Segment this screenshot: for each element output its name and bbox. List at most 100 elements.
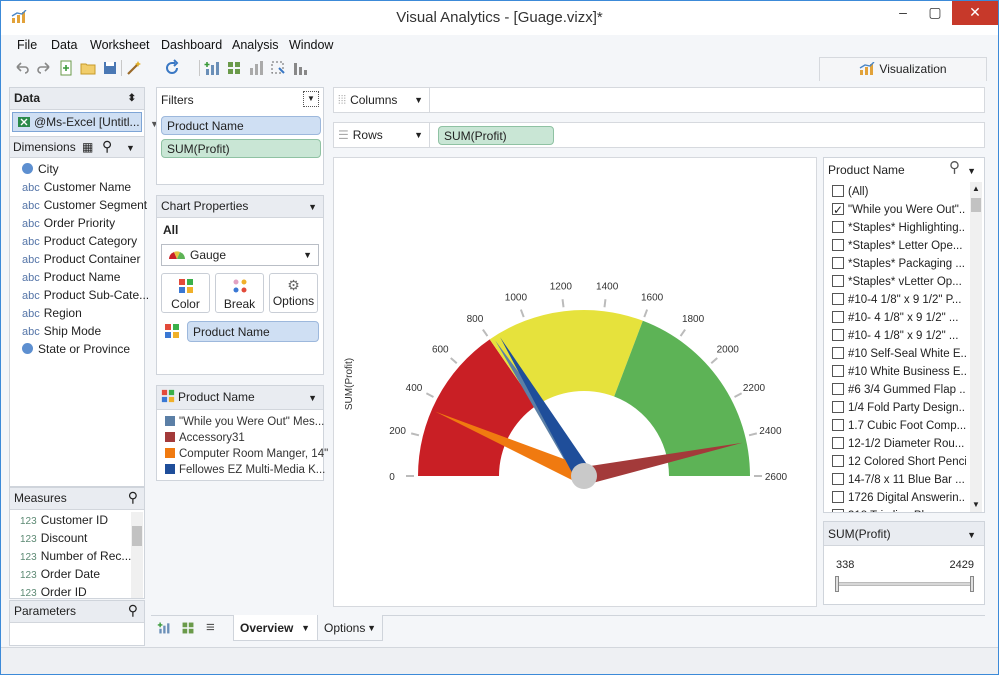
checkbox[interactable] <box>832 201 844 219</box>
filter-checkbox-item[interactable]: 14-7/8 x 11 Blue Bar ... <box>832 471 966 489</box>
open-folder-icon[interactable] <box>79 59 97 77</box>
checkbox[interactable] <box>832 257 844 269</box>
dimension-item[interactable]: abc Customer Segment <box>22 196 147 214</box>
search-icon[interactable]: ⚲ <box>128 600 138 621</box>
scroll-down-icon[interactable]: ▼ <box>970 500 982 510</box>
checkbox[interactable] <box>832 311 844 323</box>
checkbox[interactable] <box>832 491 844 503</box>
filter-pill-sum-profit[interactable]: SUM(Profit) <box>161 139 321 158</box>
dimension-item[interactable]: abc Product Name <box>22 268 120 286</box>
filter-checkbox-item[interactable]: *Staples* Letter Ope... <box>832 237 966 255</box>
chevron-down-icon[interactable]: ▼ <box>414 123 423 147</box>
filter-checkbox-item[interactable]: #6 3/4 Gummed Flap ... <box>832 381 966 399</box>
rows-pill-sum-profit[interactable]: SUM(Profit) <box>438 126 554 145</box>
minimize-button[interactable]: – <box>887 1 919 25</box>
scrollbar-thumb[interactable] <box>132 526 142 546</box>
options-button[interactable]: ⚙ Options <box>269 273 318 313</box>
checkbox[interactable] <box>832 329 844 341</box>
checkbox[interactable] <box>832 347 844 359</box>
dimension-item[interactable]: abc Region <box>22 304 82 322</box>
checkbox[interactable] <box>832 275 844 287</box>
filter-checkbox-item[interactable]: #10 White Business E... <box>832 363 966 381</box>
menu-worksheet[interactable]: Worksheet <box>90 38 150 52</box>
filter-checkbox-item[interactable]: "While you Were Out"... <box>832 201 966 219</box>
menu-window[interactable]: Window <box>289 38 333 52</box>
filter-pill-product-name[interactable]: Product Name <box>161 116 321 135</box>
menu-analysis[interactable]: Analysis <box>232 38 279 52</box>
tab-overview[interactable]: Overview ▼ <box>233 615 319 641</box>
color-field-pill[interactable]: Product Name <box>187 321 319 342</box>
add-dashboard-icon[interactable] <box>225 59 243 77</box>
filter-checkbox-item[interactable]: #10 Self-Seal White E... <box>832 345 966 363</box>
chevron-down-icon[interactable]: ▼ <box>308 387 317 410</box>
add-chart-icon[interactable] <box>203 59 221 77</box>
filter-checkbox-item[interactable]: 1726 Digital Answerin... <box>832 489 966 507</box>
checkbox[interactable] <box>832 455 844 467</box>
legend-item[interactable]: Fellowes EZ Multi-Media K... <box>165 462 325 478</box>
chevron-down-icon[interactable]: ▼ <box>308 197 317 218</box>
dimension-item[interactable]: abc Product Sub-Cate... <box>22 286 149 304</box>
product-filter-scrollbar[interactable]: ▲ ▼ <box>970 182 982 512</box>
checkbox[interactable] <box>832 383 844 395</box>
dimension-item[interactable]: abc Ship Mode <box>22 322 101 340</box>
filter-checkbox-item[interactable]: *Staples* Highlighting... <box>832 219 966 237</box>
filter-checkbox-item[interactable]: *Staples* Packaging ... <box>832 255 966 273</box>
sort-icon[interactable] <box>291 59 309 77</box>
filter-checkbox-item[interactable]: 318 Trimline Phone <box>832 507 966 512</box>
slider-min-handle[interactable] <box>835 576 839 592</box>
color-button[interactable]: Color <box>161 273 210 313</box>
dimension-item[interactable]: abc Order Priority <box>22 214 115 232</box>
menu-file[interactable]: File <box>17 38 37 52</box>
checkbox[interactable] <box>832 401 844 413</box>
chart-icon[interactable] <box>247 59 265 77</box>
magic-wand-icon[interactable] <box>125 59 143 77</box>
datasource-item[interactable]: @Ms-Excel [Untitl... <box>12 112 142 132</box>
checkbox[interactable] <box>832 419 844 431</box>
filter-checkbox-item[interactable]: *Staples* vLetter Op... <box>832 273 966 291</box>
checkbox[interactable] <box>832 221 844 233</box>
measure-item[interactable]: 123 Customer ID <box>20 511 108 529</box>
undo-icon[interactable] <box>13 59 31 77</box>
break-button[interactable]: Break <box>215 273 264 313</box>
dimension-item[interactable]: abc Product Category <box>22 232 137 250</box>
slider-max-handle[interactable] <box>970 576 974 592</box>
filter-checkbox-item[interactable]: 12-1/2 Diameter Rou... <box>832 435 966 453</box>
refresh-icon[interactable] <box>163 59 181 77</box>
dimension-item[interactable]: abc Customer Name <box>22 178 131 196</box>
search-icon[interactable]: ⚲ <box>949 156 960 180</box>
measure-item[interactable]: 123 Order ID <box>20 583 87 601</box>
legend-item[interactable]: Computer Room Manger, 14" <box>165 446 328 462</box>
chevron-down-icon[interactable]: ▼ <box>126 138 135 159</box>
legend-item[interactable]: "While you Were Out" Mes... <box>165 414 324 430</box>
search-icon[interactable]: ⚲ <box>102 136 112 157</box>
filter-checkbox-item[interactable]: (All) <box>832 183 966 201</box>
search-icon[interactable]: ⚲ <box>128 487 138 508</box>
chevron-down-icon[interactable]: ▼ <box>414 88 423 112</box>
filter-checkbox-item[interactable]: #10- 4 1/8" x 9 1/2" ... <box>832 327 966 345</box>
visualization-tab[interactable]: Visualization <box>819 57 987 81</box>
table-icon[interactable]: ▦ <box>82 137 93 158</box>
legend-item[interactable]: Accessory31 <box>165 430 245 446</box>
measure-item[interactable]: 123 Order Date <box>20 565 100 583</box>
new-dashboard-icon[interactable] <box>181 621 195 635</box>
scroll-up-icon[interactable]: ▲ <box>970 184 982 194</box>
new-sheet-icon[interactable] <box>157 621 171 635</box>
redo-icon[interactable] <box>35 59 53 77</box>
filter-checkbox-item[interactable]: 1.7 Cubic Foot Comp... <box>832 417 966 435</box>
checkbox[interactable] <box>832 185 844 197</box>
dimension-item[interactable]: State or Province <box>22 340 130 358</box>
chevron-down-icon[interactable]: ▼ <box>967 159 976 183</box>
sort-arrows-icon[interactable]: ⬍ <box>128 88 136 109</box>
checkbox[interactable] <box>832 473 844 485</box>
checkbox[interactable] <box>832 365 844 377</box>
chart-type-select[interactable]: Gauge ▼ <box>161 244 319 266</box>
close-button[interactable]: ✕ <box>952 1 998 25</box>
filter-checkbox-item[interactable]: #10- 4 1/8" x 9 1/2" ... <box>832 309 966 327</box>
chevron-down-icon[interactable]: ▼ <box>967 523 976 547</box>
filter-checkbox-item[interactable]: 1/4 Fold Party Design... <box>832 399 966 417</box>
dimension-item[interactable]: City <box>22 160 59 178</box>
checkbox[interactable] <box>832 509 844 512</box>
save-icon[interactable] <box>101 59 119 77</box>
columns-shelf[interactable]: ⦙⦙⦙ Columns ▼ <box>333 87 985 113</box>
select-icon[interactable] <box>269 59 287 77</box>
